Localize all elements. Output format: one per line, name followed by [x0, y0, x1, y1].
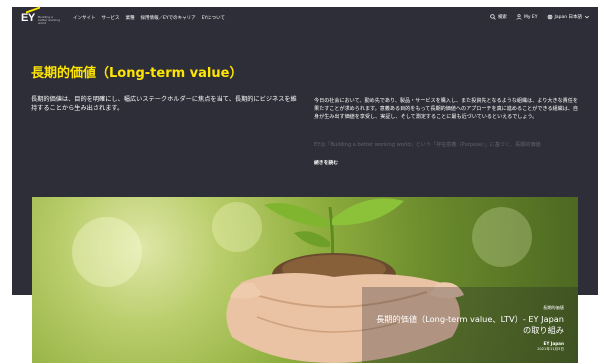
nav-links: インサイト サービス 業種 採用情報／EYでのキャリア EYについて	[73, 15, 225, 21]
hero-body-faded: EYは「Building a better working world」という「…	[314, 142, 541, 148]
feature-title[interactable]: 長期的価値（Long-term value、LTV）- EY Japan の取り…	[376, 314, 564, 336]
my-ey-label: My EY	[523, 14, 538, 20]
feature-kicker: 長期的価値	[543, 305, 564, 310]
feature-banner[interactable]: 長期的価値 長期的価値（Long-term value、LTV）- EY Jap…	[32, 197, 578, 363]
nav-link-insights[interactable]: インサイト	[73, 15, 96, 21]
nav-utilities: 検索 My EY Japan 日本語	[490, 14, 590, 20]
language-label: Japan 日本語	[554, 15, 582, 20]
language-selector[interactable]: Japan 日本語	[547, 14, 590, 20]
top-navigation: EY Building a better working world インサイト…	[12, 6, 598, 31]
my-ey-button[interactable]: My EY	[516, 14, 538, 20]
feature-source: EY Japan	[543, 341, 564, 346]
chevron-down-icon	[584, 15, 590, 19]
nav-link-careers[interactable]: 採用情報／EYでのキャリア	[141, 15, 196, 21]
read-more-link[interactable]: 続きを読む	[314, 159, 338, 166]
nav-link-industries[interactable]: 業種	[126, 15, 135, 21]
ey-logo[interactable]: EY Building a better working world	[21, 6, 65, 26]
feature-caption: 長期的価値 長期的価値（Long-term value、LTV）- EY Jap…	[376, 305, 564, 352]
hero-lead: 長期的価値は、目的を明確にし、幅広いステークホルダーに焦点を当て、長期的にビジネ…	[31, 96, 297, 112]
hero-body: 今日の社会において、勤め先であり、製品・サービスを購入し、また投資先となるような…	[314, 98, 579, 120]
search-label: 検索	[497, 15, 507, 20]
search-button[interactable]: 検索	[490, 14, 507, 20]
logo-tagline: Building a better working world	[38, 15, 61, 25]
nav-link-services[interactable]: サービス	[102, 15, 120, 21]
page-title: 長期的価値（Long-term value）	[31, 66, 243, 81]
globe-icon	[547, 14, 552, 20]
user-icon	[516, 14, 522, 20]
page-margin-left	[0, 0, 12, 363]
feature-title-line-1: 長期的価値（Long-term value、LTV）- EY Japan	[376, 314, 564, 324]
search-icon	[490, 14, 496, 20]
page-margin-right	[598, 0, 610, 363]
feature-title-line-2: の取り組み	[523, 325, 564, 335]
logo-mark: EY	[21, 12, 35, 24]
nav-link-about[interactable]: EYについて	[202, 15, 225, 21]
feature-date: 2021年11月5日	[537, 347, 564, 351]
